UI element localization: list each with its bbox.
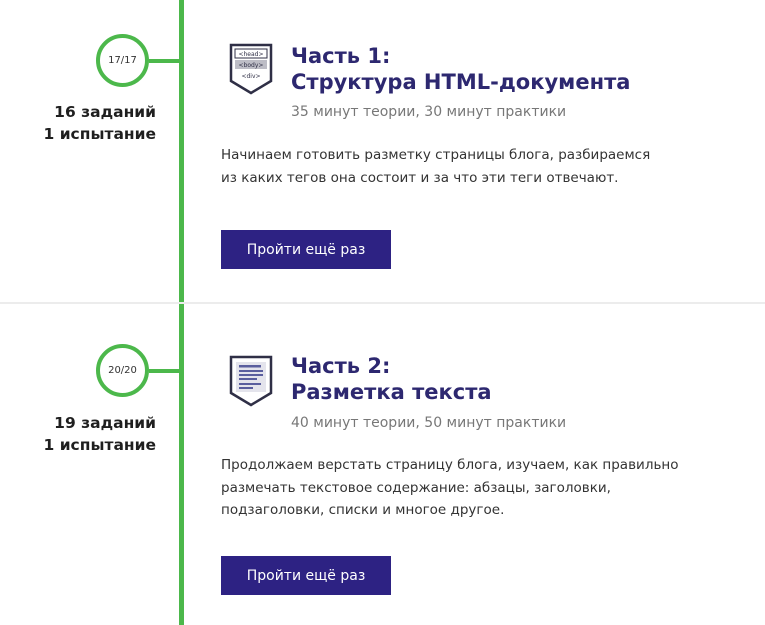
progress-circle: 20/20 <box>96 344 149 397</box>
part-number: Часть 2: <box>291 354 391 378</box>
tasks-count: 16 заданий <box>54 103 156 121</box>
trials-count: 1 испытание <box>43 436 156 454</box>
progress-circle: 17/17 <box>96 34 149 87</box>
icon-label-head: <head> <box>238 51 263 58</box>
progress-count: 20/20 <box>108 365 137 376</box>
course-timeline-page: 17/17 16 заданий 1 испытание <head> <bod… <box>0 0 765 625</box>
progress-count: 17/17 <box>108 55 137 66</box>
timeline-line <box>179 0 184 625</box>
text-document-icon <box>229 355 273 407</box>
part-description: Продолжаем верстать страницу блога, изуч… <box>221 454 691 522</box>
description-line: Начинаем готовить разметку страницы блог… <box>221 147 651 163</box>
part-name: Структура HTML-документа <box>291 70 631 94</box>
part-duration: 35 минут теории, 30 минут практики <box>291 104 567 120</box>
part-stats: 16 заданий 1 испытание <box>0 101 156 145</box>
description-line: подзаголовки, списки и многое другое. <box>221 502 505 518</box>
timeline-connector <box>149 59 181 63</box>
html-tags-icon: <head> <body> <div> <box>229 43 273 95</box>
icon-label-div: <div> <box>241 73 260 80</box>
timeline-connector <box>149 369 181 373</box>
icon-label-body: <body> <box>239 62 264 69</box>
part-name: Разметка текста <box>291 380 492 404</box>
description-line: из каких тегов она состоит и за что эти … <box>221 169 619 186</box>
part-description: Начинаем готовить разметку страницы блог… <box>221 144 691 189</box>
part-title: Часть 1: Структура HTML-документа <box>291 43 630 95</box>
section-divider <box>0 302 765 304</box>
retake-button[interactable]: Пройти ещё раз <box>221 556 391 595</box>
part-number: Часть 1: <box>291 44 391 68</box>
retake-button[interactable]: Пройти ещё раз <box>221 230 391 269</box>
part-stats: 19 заданий 1 испытание <box>0 412 156 456</box>
part-title: Часть 2: Разметка текста <box>291 353 492 405</box>
trials-count: 1 испытание <box>43 125 156 143</box>
tasks-count: 19 заданий <box>54 414 156 432</box>
description-line: размечать текстовое содержание: абзацы, … <box>221 479 611 496</box>
part-duration: 40 минут теории, 50 минут практики <box>291 415 567 431</box>
description-line: Продолжаем верстать страницу блога, изуч… <box>221 457 679 473</box>
